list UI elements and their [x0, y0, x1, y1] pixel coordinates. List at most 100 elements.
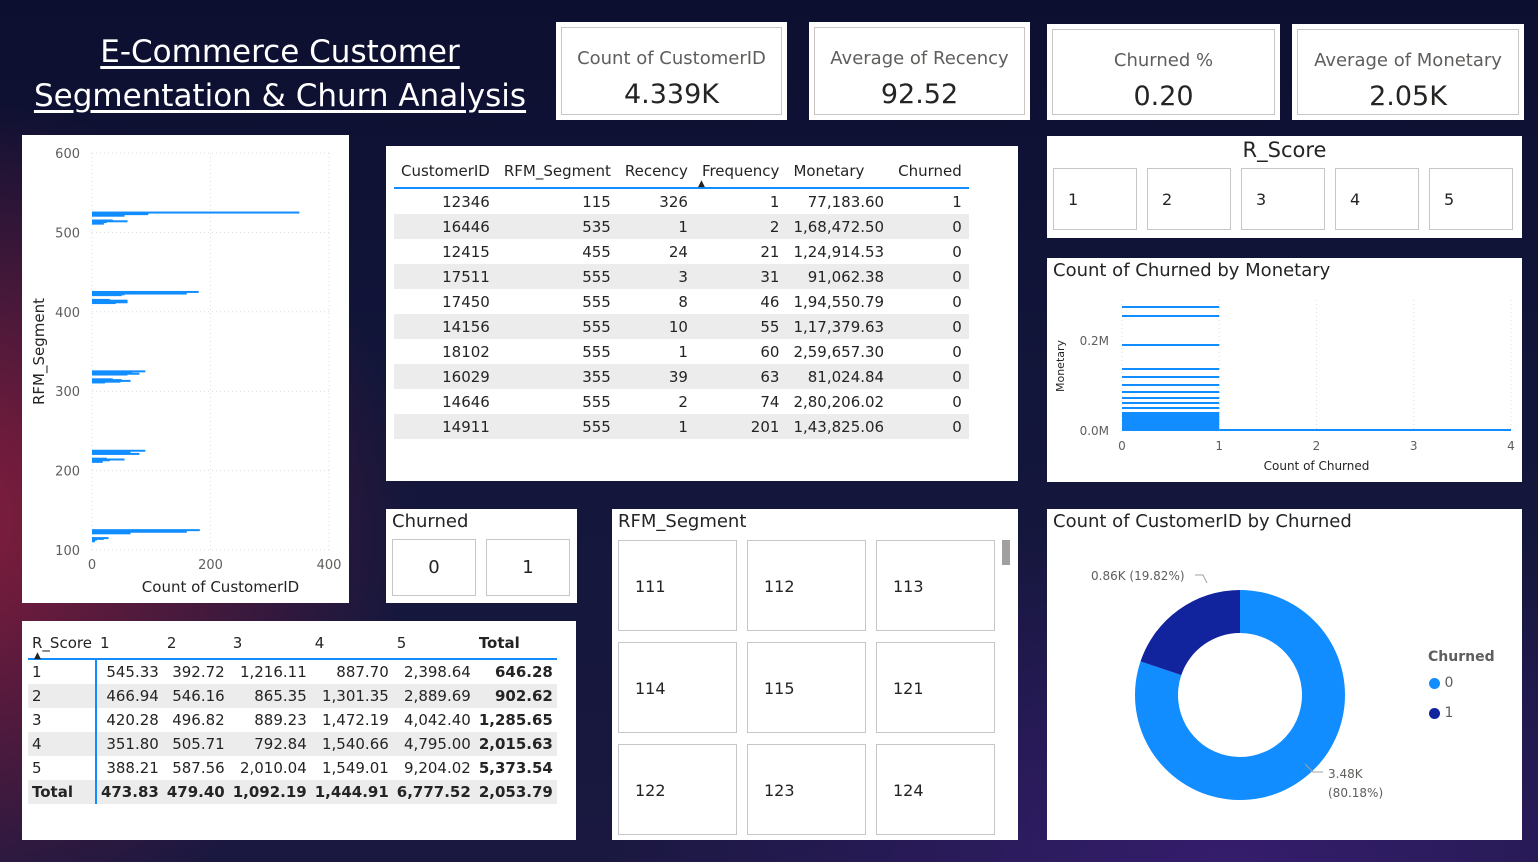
customer-by-churned-donut-chart[interactable]: Count of CustomerID by Churned 0.86K (19… — [1047, 509, 1522, 840]
bar[interactable] — [92, 211, 300, 214]
table-cell: 1 — [678, 217, 688, 236]
rscore-option-3[interactable]: 3 — [1241, 168, 1325, 230]
rscore-option-2[interactable]: 2 — [1147, 168, 1231, 230]
option-label: 1 — [522, 557, 534, 578]
matrix-cell: 420.28 — [106, 711, 159, 729]
column-header-recency[interactable]: Recency — [618, 154, 695, 188]
kpi-card-avg-monetary[interactable]: Average of Monetary 2.05K — [1292, 24, 1524, 120]
rfm-segment-option[interactable]: 124 — [876, 744, 995, 835]
bar[interactable] — [92, 290, 199, 293]
rfm-segment-option[interactable]: 121 — [876, 642, 995, 733]
bar[interactable] — [1122, 397, 1220, 399]
kpi-label: Churned % — [1113, 50, 1214, 71]
rscore-option-4[interactable]: 4 — [1335, 168, 1419, 230]
column-header-frequency[interactable]: Frequency ▲ — [695, 154, 787, 190]
bar[interactable] — [92, 457, 107, 460]
rfm-segment-option[interactable]: 114 — [618, 642, 737, 733]
rfm-segment-option[interactable]: 112 — [747, 540, 866, 631]
matrix-row[interactable]: 1 545.33 392.72 1,216.11 887.70 2,398.64 646.2… — [28, 659, 557, 684]
churned-option-1[interactable]: 1 — [486, 539, 570, 596]
x-axis-label: Count of Churned — [1264, 459, 1370, 473]
matrix-row[interactable]: 2 466.94 546.16 865.35 1,301.35 2,889.69 902.6… — [28, 684, 557, 708]
bar[interactable] — [92, 529, 200, 532]
kpi-card-churned-pct[interactable]: Churned % 0.20 — [1047, 24, 1280, 120]
bar[interactable] — [92, 219, 113, 222]
matrix-row[interactable]: 3 420.28 496.82 889.23 1,472.19 4,042.40 1,285… — [28, 708, 557, 732]
rscore-option-5[interactable]: 5 — [1429, 168, 1513, 230]
legend-marker-0 — [1429, 677, 1440, 689]
matrix-header-1[interactable]: 1 — [96, 627, 163, 659]
rfm-segment-option[interactable]: 115 — [747, 642, 866, 733]
column-header-customerid[interactable]: CustomerID — [394, 154, 497, 188]
table-cell: 2,59,657.30 — [793, 342, 885, 361]
x-tick-label: 0 — [1118, 439, 1126, 453]
x-tick-label: 4 — [1507, 439, 1515, 453]
matrix-header-rscore[interactable]: R_Score ▲ — [28, 627, 96, 662]
bar[interactable] — [1219, 429, 1511, 431]
table-cell: 91,062.38 — [807, 267, 885, 286]
matrix-header-5[interactable]: 5 — [393, 627, 475, 659]
bar[interactable] — [92, 298, 110, 301]
matrix-cell: 1,472.19 — [321, 711, 389, 729]
matrix-row[interactable]: 4 351.80 505.71 792.84 1,540.66 4,795.00 2,015… — [28, 732, 557, 756]
bar[interactable] — [92, 378, 113, 381]
data-label: (80.18%) — [1328, 786, 1383, 800]
bar[interactable] — [1122, 412, 1220, 431]
column-header-churned[interactable]: Churned — [891, 154, 969, 188]
table-cell: 77,183.60 — [807, 192, 885, 211]
kpi-label: Average of Recency — [830, 48, 1009, 69]
scrollbar-thumb[interactable] — [1002, 540, 1010, 565]
rfm-segment-option[interactable]: 122 — [618, 744, 737, 835]
bar[interactable] — [1122, 407, 1220, 409]
matrix-total-row[interactable]: Total 473.83 479.40 1,092.19 1,444.91 6,777.5… — [28, 780, 557, 804]
churned-option-0[interactable]: 0 — [392, 539, 476, 596]
bar[interactable] — [1122, 368, 1220, 370]
customer-table-visual[interactable]: CustomerID RFM_Segment Recency Frequency… — [386, 146, 1018, 481]
churned-by-monetary-chart[interactable]: Count of Churned by Monetary 0 1 2 3 4 0.0M 0.… — [1047, 258, 1522, 482]
bar[interactable] — [92, 449, 146, 452]
table-cell: 14646 — [442, 392, 490, 411]
table-row[interactable]: 17450 555 8 46 1,94,550.79 0 — [394, 289, 969, 314]
matrix-row[interactable]: 5 388.21 587.56 2,010.04 1,549.01 9,204.02 5,3… — [28, 756, 557, 780]
matrix-header-total[interactable]: Total — [475, 627, 557, 659]
option-label: 112 — [764, 577, 795, 596]
column-header-monetary[interactable]: Monetary — [786, 154, 891, 188]
matrix-header-2[interactable]: 2 — [163, 627, 229, 659]
table-cell: 18102 — [442, 342, 490, 361]
bar[interactable] — [1122, 344, 1220, 346]
table-row[interactable]: 16029 355 39 63 81,024.84 0 — [394, 364, 969, 389]
bar[interactable] — [1122, 402, 1220, 404]
title-line-1: E-Commerce Customer — [100, 34, 460, 70]
table-row[interactable]: 12346 115 326 1 77,183.60 1 — [394, 188, 969, 214]
table-row[interactable]: 14646 555 2 74 2,80,206.02 0 — [394, 389, 969, 414]
bar[interactable] — [1122, 315, 1220, 317]
kpi-card-count-customer[interactable]: Count of CustomerID 4.339K — [556, 22, 787, 120]
rfm-segment-option[interactable]: 111 — [618, 540, 737, 631]
rfm-segment-option[interactable]: 123 — [747, 744, 866, 835]
table-row[interactable]: 14911 555 1 201 1,43,825.06 0 — [394, 414, 969, 439]
table-row[interactable]: 18102 555 1 60 2,59,657.30 0 — [394, 339, 969, 364]
rfm-segment-option[interactable]: 113 — [876, 540, 995, 631]
table-row[interactable]: 12415 455 24 21 1,24,914.53 0 — [394, 239, 969, 264]
legend-item-1[interactable]: 1 — [1429, 705, 1453, 721]
column-header-rfm-segment[interactable]: RFM_Segment — [497, 154, 618, 188]
legend-item-0[interactable]: 0 — [1429, 675, 1453, 691]
rfm-segment-bar-chart[interactable]: 100 200 300 400 500 600 0 200 400 Count of Custom… — [22, 135, 349, 603]
bar[interactable] — [1122, 391, 1220, 393]
table-row[interactable]: 16446 535 1 2 1,68,472.50 0 — [394, 214, 969, 239]
rscore-matrix-visual[interactable]: R_Score ▲ 1 2 3 4 5 Total 1 545.33 392.72 1,… — [22, 621, 576, 840]
kpi-card-avg-recency[interactable]: Average of Recency 92.52 — [809, 22, 1030, 120]
bar[interactable] — [92, 537, 109, 540]
kpi-label: Count of CustomerID — [577, 48, 766, 69]
matrix-cell: 2,398.64 — [404, 663, 471, 681]
table-row[interactable]: 14156 555 10 55 1,17,379.63 0 — [394, 314, 969, 339]
rscore-option-1[interactable]: 1 — [1053, 168, 1137, 230]
matrix-header-3[interactable]: 3 — [229, 627, 311, 659]
bar[interactable] — [92, 370, 146, 373]
bar[interactable] — [1122, 376, 1220, 378]
matrix-header-4[interactable]: 4 — [311, 627, 393, 659]
bar[interactable] — [1122, 384, 1220, 386]
table-row[interactable]: 17511 555 3 31 91,062.38 0 — [394, 264, 969, 289]
bar[interactable] — [1122, 306, 1220, 308]
donut-slice[interactable] — [1140, 590, 1240, 676]
